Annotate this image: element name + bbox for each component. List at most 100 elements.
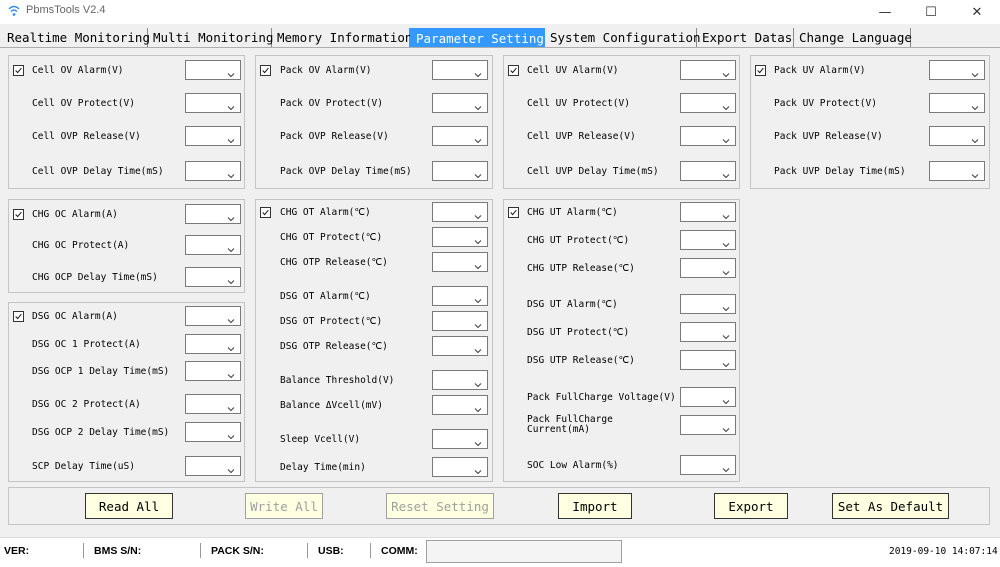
sleep-vcell-v-label: Sleep Vcell(V) [280,434,361,445]
chevron-down-icon [970,131,980,144]
dsg-ut-alarm-select[interactable] [680,294,736,314]
close-button[interactable]: ✕ [954,0,1000,24]
pack-uv-alarm-v-select[interactable] [929,60,985,80]
tab-system-configuration[interactable]: System Configuration [545,28,701,47]
tab-realtime-monitoring[interactable]: Realtime Monitoring [2,28,150,47]
chg-oc-alarm-a-select[interactable] [185,204,241,224]
dsg-ot-protect-select[interactable] [432,311,488,331]
dsg-oc-alarm-a-select[interactable] [185,306,241,326]
chg-ut-alarm-checkbox[interactable] [508,207,519,218]
dsg-otp-release-select[interactable] [432,336,488,356]
chevron-down-icon [226,65,236,78]
set-as-default-button[interactable]: Set As Default [832,493,949,519]
pack-uv-protect-v-select[interactable] [929,93,985,113]
chg-oc-protect-a-label: CHG OC Protect(A) [32,240,130,251]
chg-ocp-delay-time-ms-select[interactable] [185,267,241,287]
cell-ov-protect-v-select[interactable] [185,93,241,113]
dsg-otp-release-label: DSG OTP Release(℃) [280,341,388,352]
dsg-ut-protect-label: DSG UT Protect(℃) [527,327,630,338]
chg-ot-protect-select[interactable] [432,227,488,247]
read-all-button[interactable]: Read All [85,493,173,519]
dsg-ocp-2-delay-time-ms-select[interactable] [185,422,241,442]
cell-uv-alarm-v-select[interactable] [680,60,736,80]
export-button[interactable]: Export [714,493,788,519]
balance-threshold-v-select[interactable] [432,370,488,390]
sleep-vcell-v-select[interactable] [432,429,488,449]
chevron-down-icon [721,355,731,368]
pack-ov-alarm-v-checkbox[interactable] [260,65,271,76]
cell-uv-protect-v-select[interactable] [680,93,736,113]
balance-vcell-mv-select[interactable] [432,395,488,415]
chg-utp-release-select[interactable] [680,258,736,278]
tab-export-datas[interactable]: Export Datas [697,28,794,47]
chevron-down-icon [970,166,980,179]
tab-change-language[interactable]: Change Language [794,28,912,47]
delay-time-min-select[interactable] [432,457,488,477]
write-all-button[interactable]: Write All [245,493,323,519]
dsg-oc-group [8,302,245,482]
dsg-ut-protect-select[interactable] [680,322,736,342]
status-divider [370,543,371,558]
dsg-oc-1-protect-a-label: DSG OC 1 Protect(A) [32,339,141,350]
chg-ut-protect-select[interactable] [680,230,736,250]
dsg-utp-release-select[interactable] [680,350,736,370]
pack-ovp-delay-time-ms-select[interactable] [432,161,488,181]
chevron-down-icon [226,272,236,285]
dsg-ot-alarm-select[interactable] [432,286,488,306]
maximize-icon: ☐ [925,4,937,20]
chg-oc-protect-a-select[interactable] [185,235,241,255]
cell-uv-alarm-v-checkbox[interactable] [508,65,519,76]
cell-ov-protect-v-label: Cell OV Protect(V) [32,98,135,109]
chevron-down-icon [721,207,731,220]
reset-setting-button[interactable]: Reset Setting [386,493,494,519]
status-divider [307,543,308,558]
cell-ov-alarm-v-checkbox[interactable] [13,65,24,76]
cell-uvp-delay-time-ms-label: Cell UVP Delay Time(mS) [527,166,659,177]
pack-fullcharge-current-ma-select[interactable] [680,415,736,435]
chg-ot-alarm-checkbox[interactable] [260,207,271,218]
chevron-down-icon [473,98,483,111]
tab-parameter-setting[interactable]: Parameter Setting [410,28,545,47]
scp-delay-time-us-select[interactable] [185,456,241,476]
pack-ov-alarm-v-label: Pack OV Alarm(V) [280,65,372,76]
pack-uv-alarm-v-checkbox[interactable] [755,65,766,76]
pack-uvp-release-v-select[interactable] [929,126,985,146]
chevron-down-icon [473,207,483,220]
chg-oc-alarm-a-checkbox[interactable] [13,209,24,220]
soc-low-alarm-select[interactable] [680,455,736,475]
chg-ut-alarm-select[interactable] [680,202,736,222]
dsg-oc-2-protect-a-select[interactable] [185,394,241,414]
chg-otp-release-select[interactable] [432,252,488,272]
scp-delay-time-us-label: SCP Delay Time(uS) [32,461,135,472]
cell-uvp-release-v-select[interactable] [680,126,736,146]
chg-ut-alarm-label: CHG UT Alarm(℃) [527,207,618,218]
dsg-oc-alarm-a-checkbox[interactable] [13,311,24,322]
cell-ovp-release-v-select[interactable] [185,126,241,146]
chevron-down-icon [226,166,236,179]
pack-ov-protect-v-select[interactable] [432,93,488,113]
pack-fullcharge-voltage-v-select[interactable] [680,387,736,407]
status-divider [200,543,201,558]
dsg-ocp-1-delay-time-ms-select[interactable] [185,361,241,381]
chevron-down-icon [721,327,731,340]
pack-ovp-delay-time-ms-label: Pack OVP Delay Time(mS) [280,166,412,177]
chevron-down-icon [473,166,483,179]
maximize-button[interactable]: ☐ [908,0,954,24]
import-button[interactable]: Import [558,493,632,519]
tab-multi-monitoring[interactable]: Multi Monitoring [148,28,273,47]
dsg-ut-alarm-label: DSG UT Alarm(℃) [527,299,618,310]
cell-uvp-delay-time-ms-select[interactable] [680,161,736,181]
chg-ot-alarm-select[interactable] [432,202,488,222]
cell-ov-alarm-v-label: Cell OV Alarm(V) [32,65,124,76]
minimize-button[interactable]: — [862,0,908,24]
cell-ov-alarm-v-select[interactable] [185,60,241,80]
chevron-down-icon [721,166,731,179]
chevron-down-icon [473,434,483,447]
pack-ovp-release-v-select[interactable] [432,126,488,146]
comm-port-field[interactable] [426,540,622,563]
tab-memory-information[interactable]: Memory Information [272,28,412,47]
dsg-oc-1-protect-a-select[interactable] [185,334,241,354]
pack-ov-alarm-v-select[interactable] [432,60,488,80]
cell-ovp-delay-time-ms-select[interactable] [185,161,241,181]
pack-uvp-delay-time-ms-select[interactable] [929,161,985,181]
